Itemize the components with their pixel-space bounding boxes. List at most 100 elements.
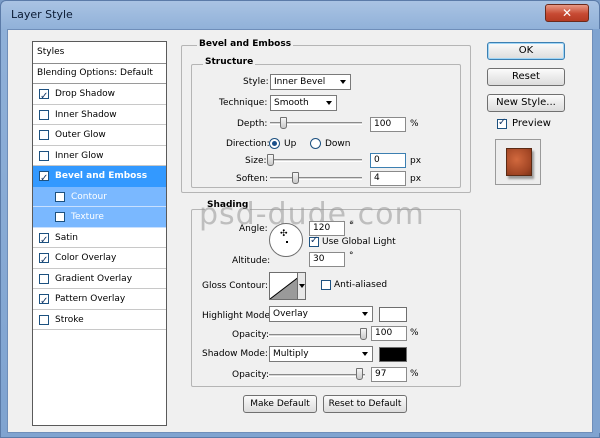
- size-input[interactable]: 0: [370, 153, 406, 168]
- size-label: Size:: [245, 156, 267, 166]
- bevel-emboss-title: Bevel and Emboss: [197, 39, 294, 49]
- style-select[interactable]: Inner Bevel: [270, 74, 351, 90]
- crosshair-icon: ✣: [280, 229, 288, 239]
- texture-checkbox[interactable]: [55, 212, 65, 222]
- shadow-mode-value: Multiply: [273, 349, 309, 359]
- window-edge: [593, 29, 600, 433]
- gradient-overlay-checkbox[interactable]: [39, 273, 49, 284]
- close-icon: ✕: [561, 6, 573, 20]
- style-item-label: Outer Glow: [55, 130, 106, 140]
- style-item-pattern-overlay[interactable]: Pattern Overlay: [33, 289, 166, 312]
- outer-glow-checkbox[interactable]: [39, 130, 49, 140]
- size-unit: px: [410, 156, 422, 166]
- new-style-button[interactable]: New Style...: [487, 94, 565, 112]
- style-item-contour[interactable]: Contour: [33, 186, 166, 207]
- style-item-inner-glow[interactable]: Inner Glow: [33, 146, 166, 166]
- blending-options-item[interactable]: Blending Options: Default: [33, 64, 166, 84]
- title-bar[interactable]: Layer Style ✕: [1, 1, 600, 29]
- reset-to-default-button[interactable]: Reset to Default: [323, 395, 407, 413]
- preview-checkbox[interactable]: [497, 117, 507, 129]
- soften-input[interactable]: 4: [370, 171, 406, 186]
- shadow-mode-select[interactable]: Multiply: [269, 346, 373, 362]
- style-item-color-overlay[interactable]: Color Overlay: [33, 248, 166, 271]
- stroke-checkbox[interactable]: [39, 314, 49, 325]
- shadow-mode-label: Shadow Mode:: [202, 349, 268, 359]
- style-item-label: Texture: [71, 212, 104, 222]
- direction-down-radio[interactable]: [310, 138, 321, 149]
- style-item-inner-shadow[interactable]: Inner Shadow: [33, 105, 166, 125]
- direction-label: Direction:: [226, 139, 270, 149]
- shadow-color-swatch[interactable]: [379, 347, 407, 362]
- size-slider-thumb[interactable]: [267, 154, 274, 166]
- style-item-gradient-overlay[interactable]: Gradient Overlay: [33, 269, 166, 289]
- altitude-label: Altitude:: [232, 256, 271, 266]
- direction-up-radio[interactable]: [269, 138, 280, 149]
- shadow-opacity-track[interactable]: [269, 374, 365, 377]
- style-item-label: Stroke: [55, 314, 84, 325]
- direction-down-label[interactable]: Down: [325, 139, 351, 149]
- preview-label[interactable]: Preview: [512, 118, 551, 129]
- angle-dial[interactable]: ✣: [269, 223, 303, 257]
- gloss-contour-dropdown[interactable]: [297, 272, 306, 300]
- styles-list: Styles Blending Options: Default Drop Sh…: [32, 41, 167, 426]
- anti-aliased-checkbox[interactable]: [321, 280, 331, 290]
- use-global-light-checkbox[interactable]: [309, 235, 319, 247]
- highlight-mode-select[interactable]: Overlay: [269, 306, 373, 322]
- window-title: Layer Style: [11, 8, 73, 21]
- shadow-opacity-label: Opacity:: [232, 370, 269, 380]
- angle-input[interactable]: 120: [309, 221, 345, 236]
- soften-slider-track[interactable]: [270, 177, 362, 180]
- style-item-label: Satin: [55, 232, 78, 243]
- shadow-opacity-input[interactable]: 97: [371, 367, 407, 382]
- style-item-drop-shadow[interactable]: Drop Shadow: [33, 84, 166, 107]
- styles-header[interactable]: Styles: [33, 42, 166, 64]
- style-select-value: Inner Bevel: [274, 77, 326, 87]
- style-item-texture[interactable]: Texture: [33, 207, 166, 228]
- style-item-label: Bevel and Emboss: [55, 171, 148, 181]
- highlight-opacity-track[interactable]: [269, 334, 365, 337]
- inner-glow-checkbox[interactable]: [39, 150, 49, 161]
- style-item-satin[interactable]: Satin: [33, 228, 166, 251]
- structure-title: Structure: [203, 57, 256, 67]
- depth-slider-thumb[interactable]: [280, 117, 287, 129]
- altitude-unit: °: [349, 251, 354, 261]
- angle-dot: [286, 241, 288, 243]
- pattern-overlay-checkbox[interactable]: [39, 292, 49, 312]
- soften-slider-thumb[interactable]: [292, 172, 299, 184]
- highlight-opacity-thumb[interactable]: [360, 328, 367, 340]
- style-item-label: Inner Glow: [55, 150, 104, 161]
- highlight-color-swatch[interactable]: [379, 307, 407, 322]
- highlight-opacity-input[interactable]: 100: [371, 326, 407, 341]
- style-item-label: Pattern Overlay: [55, 294, 126, 304]
- anti-aliased-label[interactable]: Anti-aliased: [334, 280, 387, 290]
- depth-input[interactable]: 100: [370, 117, 406, 132]
- style-item-stroke[interactable]: Stroke: [33, 310, 166, 330]
- use-global-light-label[interactable]: Use Global Light: [322, 237, 396, 247]
- chevron-down-icon: [326, 101, 332, 105]
- satin-checkbox[interactable]: [39, 231, 49, 251]
- color-overlay-checkbox[interactable]: [39, 251, 49, 271]
- shadow-opacity-thumb[interactable]: [356, 368, 363, 380]
- style-preview-thumbnail: [495, 139, 541, 185]
- contour-checkbox[interactable]: [55, 191, 65, 202]
- soften-label: Soften:: [236, 174, 269, 184]
- close-button[interactable]: ✕: [545, 4, 589, 22]
- bevel-and-emboss-checkbox[interactable]: [39, 169, 49, 189]
- highlight-mode-value: Overlay: [273, 309, 308, 319]
- ok-button[interactable]: OK: [487, 42, 565, 60]
- highlight-opacity-label: Opacity:: [232, 330, 269, 340]
- technique-label: Technique:: [219, 98, 268, 108]
- technique-select[interactable]: Smooth: [270, 95, 337, 111]
- size-slider-track[interactable]: [270, 159, 362, 162]
- style-item-bevel-and-emboss[interactable]: Bevel and Emboss: [33, 166, 166, 189]
- reset-button[interactable]: Reset: [487, 68, 565, 86]
- gloss-contour-label: Gloss Contour:: [202, 281, 269, 291]
- make-default-button[interactable]: Make Default: [243, 395, 317, 413]
- direction-up-label[interactable]: Up: [284, 139, 296, 149]
- altitude-input[interactable]: 30: [309, 252, 345, 267]
- inner-shadow-checkbox[interactable]: [39, 109, 49, 120]
- preview-swatch: [506, 148, 532, 176]
- style-label: Style:: [243, 77, 269, 87]
- style-item-outer-glow[interactable]: Outer Glow: [33, 125, 166, 146]
- drop-shadow-checkbox[interactable]: [39, 87, 49, 107]
